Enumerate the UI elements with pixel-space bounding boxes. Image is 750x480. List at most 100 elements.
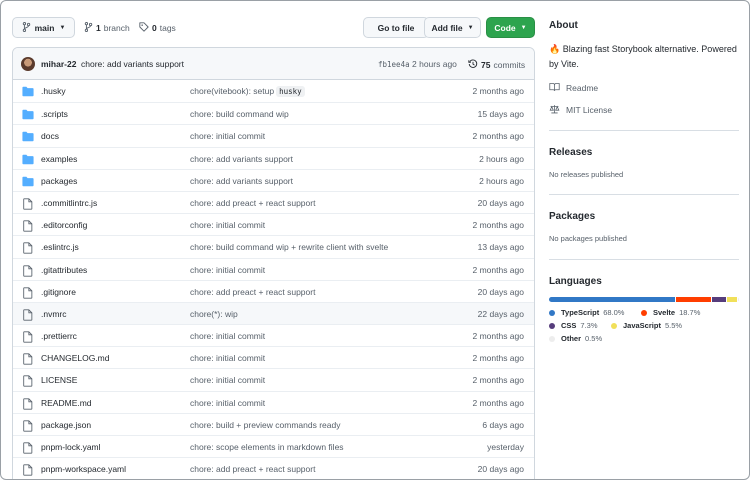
table-row[interactable]: docs chore: initial commit 2 months ago [13, 124, 534, 146]
file-name-link[interactable]: package.json [41, 420, 91, 430]
table-row[interactable]: CHANGELOG.md chore: initial commit 2 month… [13, 346, 534, 368]
chevron-down-icon: ▼ [520, 24, 527, 31]
commits-history-link[interactable]: 75 commits [468, 59, 525, 71]
commit-message-link[interactable]: chore: build + preview commands ready [190, 420, 340, 430]
language-color-dot [549, 322, 555, 329]
commit-message-link[interactable]: chore: add preact + react support [190, 287, 315, 297]
commit-hash-link[interactable]: fb1ee4a [378, 60, 410, 69]
commit-message-link[interactable]: chore: initial commit [190, 131, 265, 141]
code-button[interactable]: Code ▼ [486, 17, 535, 38]
file-name-link[interactable]: pnpm-lock.yaml [41, 442, 101, 452]
commit-message-link[interactable]: chore(*): wip [190, 309, 238, 319]
file-name-link[interactable]: .eslintrc.js [41, 242, 79, 252]
license-link[interactable]: MIT License [549, 104, 612, 116]
file-name-link[interactable]: pnpm-workspace.yaml [41, 464, 126, 474]
file-name-link[interactable]: LICENSE [41, 375, 77, 385]
commit-time: 2 months ago [472, 131, 524, 142]
tags-link[interactable]: 0 tags [139, 17, 176, 38]
file-name-link[interactable]: README.md [41, 398, 92, 408]
commit-message-link[interactable]: chore(vitebook): setup husky [190, 86, 305, 97]
repo-toolbar: main ▼ 1 branch 0 tags Go to file Add fi… [12, 17, 535, 39]
code-label: Code [494, 22, 516, 33]
folder-icon [22, 154, 34, 165]
commit-message-link[interactable]: chore: initial commit [190, 375, 265, 385]
file-name-link[interactable]: docs [41, 131, 59, 141]
table-row[interactable]: .editorconfig chore: initial commit 2 mont… [13, 213, 534, 235]
language-percent: 7.3% [580, 321, 598, 330]
branch-selector-button[interactable]: main ▼ [12, 17, 75, 38]
table-row[interactable]: README.md chore: initial commit 2 months a… [13, 390, 534, 413]
commit-message-link[interactable]: chore: build command wip + rewrite clien… [190, 242, 388, 252]
releases-heading[interactable]: Releases [549, 147, 592, 158]
table-row[interactable]: .eslintrc.js chore: build command wip + r… [13, 235, 534, 257]
commit-time: 2 months ago [472, 264, 524, 275]
file-name-link[interactable]: .gitignore [41, 287, 76, 297]
file-name-link[interactable]: packages [41, 176, 77, 186]
table-row[interactable]: .gitignore chore: add preact + react supp… [13, 279, 534, 302]
language-color-dot [549, 335, 555, 342]
language-percent: 68.0% [603, 308, 625, 317]
commit-message-text: chore: add variants support [190, 153, 294, 164]
commit-message-link[interactable]: chore: initial commit [190, 331, 265, 341]
commit-message-link[interactable]: chore: add preact + react support [190, 464, 315, 474]
packages-heading[interactable]: Packages [549, 211, 595, 222]
table-row[interactable]: .prettierrc chore: initial commit 2 months… [13, 324, 534, 346]
table-row[interactable]: pnpm-lock.yaml chore: scope elements in m… [13, 435, 534, 457]
file-name-link[interactable]: .commitlintrc.js [41, 198, 97, 208]
branches-link[interactable]: 1 branch [84, 17, 130, 38]
table-row[interactable]: .gitattributes chore: initial commit 2 mon… [13, 257, 534, 280]
table-row[interactable]: package.json chore: build + preview comma… [13, 412, 534, 435]
readme-link[interactable]: Readme [549, 82, 598, 94]
language-bar-segment [726, 297, 738, 302]
language-item[interactable]: JavaScript 5.5% [611, 321, 682, 330]
commit-time: yesterday [487, 442, 524, 452]
commit-author-link[interactable]: mihar-22 [41, 59, 76, 69]
file-name-link[interactable]: CHANGELOG.md [41, 353, 110, 363]
avatar[interactable] [21, 57, 35, 71]
table-row[interactable]: .scripts chore: build command wip 15 days … [13, 102, 534, 124]
commit-message-link[interactable]: chore: add preact + react support [190, 198, 315, 208]
commit-message-link[interactable]: chore: add variants support [190, 176, 293, 186]
table-row[interactable]: LICENSE chore: initial commit 2 months ago [13, 368, 534, 390]
language-color-dot [641, 309, 647, 316]
language-name: CSS [561, 321, 577, 330]
file-name-link[interactable]: .prettierrc [41, 331, 77, 341]
packages-empty-text: No packages published [549, 234, 627, 243]
table-row[interactable]: .husky chore(vitebook): setup husky 2 month… [13, 80, 534, 102]
commit-message-link[interactable]: chore: scope elements in markdown files [190, 442, 344, 452]
add-file-button[interactable]: Add file ▼ [424, 17, 481, 38]
commit-message-link[interactable]: chore: add variants support [190, 154, 293, 164]
file-name-link[interactable]: .gitattributes [41, 265, 87, 275]
go-to-file-button[interactable]: Go to file [363, 17, 429, 38]
language-percent: 5.5% [664, 321, 683, 330]
commit-message-link[interactable]: chore: initial commit [190, 220, 265, 230]
commit-message-text: chore: add preact + react support [190, 286, 316, 297]
divider [549, 130, 739, 131]
language-name: Other [561, 334, 582, 343]
table-row[interactable]: examples chore: add variants support 2 hou… [13, 146, 534, 169]
commit-message-link[interactable]: chore: initial commit [190, 398, 265, 408]
language-item[interactable]: CSS 7.3% [549, 321, 598, 330]
table-row[interactable]: pnpm-workspace.yaml chore: add preact + r… [13, 457, 534, 479]
file-name-link[interactable]: .scripts [41, 109, 68, 119]
language-item[interactable]: TypeScript 68.0% [549, 308, 624, 317]
file-name-link[interactable]: .husky [41, 86, 66, 96]
file-icon [22, 398, 34, 410]
file-name-link[interactable]: examples [41, 154, 77, 164]
code-snippet: husky [276, 86, 305, 97]
commit-message-link[interactable]: chore: initial commit [190, 353, 265, 363]
git-branch-icon [84, 21, 93, 34]
table-row[interactable]: .nvmrc chore(*): wip 22 days ago [13, 301, 534, 325]
language-item[interactable]: Other 0.5% [549, 334, 602, 343]
commit-message-link[interactable]: chore: build command wip [190, 109, 289, 119]
commit-message-text: chore: add preact + react support [190, 464, 316, 475]
file-name-link[interactable]: .editorconfig [41, 220, 87, 230]
table-row[interactable]: packages chore: add variants support 2 hou… [13, 168, 534, 191]
branch-name: main [34, 22, 55, 33]
file-name-link[interactable]: .nvmrc [41, 309, 67, 319]
git-branch-icon [22, 21, 31, 34]
language-item[interactable]: Svelte 18.7% [641, 308, 700, 317]
commit-message-link[interactable]: chore: add variants support [81, 59, 184, 69]
commit-message-link[interactable]: chore: initial commit [190, 265, 265, 275]
table-row[interactable]: .commitlintrc.js chore: add preact + reac… [13, 190, 534, 213]
